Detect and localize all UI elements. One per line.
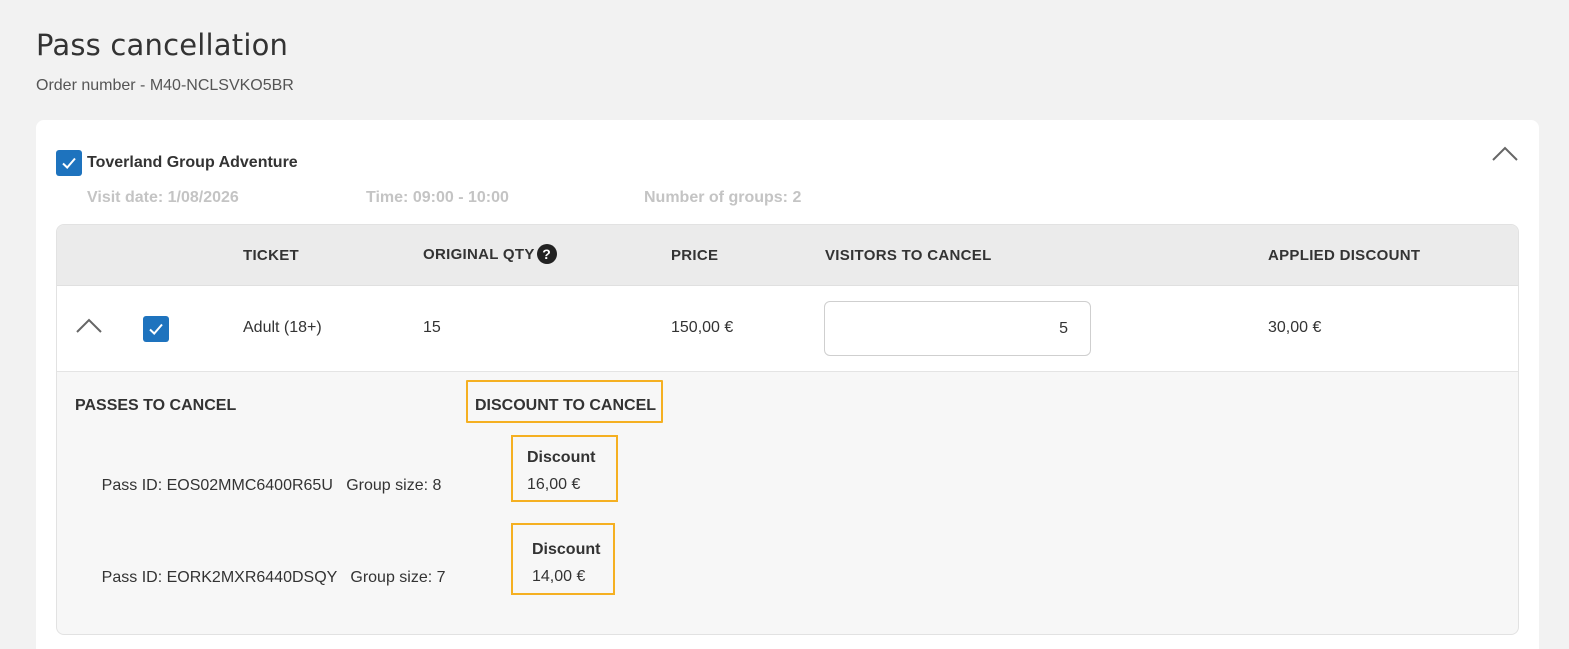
visit-date: Visit date: 1/08/2026: [87, 189, 239, 206]
header-ticket: TICKET: [243, 247, 299, 264]
chevron-up-icon[interactable]: [75, 316, 103, 336]
header-original-qty-label: ORIGINAL QTY: [423, 245, 535, 263]
discount-label: Discount: [532, 541, 601, 558]
product-name: Toverland Group Adventure: [87, 154, 298, 171]
page-title: Pass cancellation: [36, 28, 289, 62]
order-number: Order number - M40-NCLSVKO5BR: [36, 77, 294, 94]
header-applied-discount: APPLIED DISCOUNT: [1268, 247, 1421, 264]
table-row: Adult (18+) 15 150,00 € 30,00 €: [57, 286, 1518, 372]
group-size: Group size: 7: [350, 569, 446, 586]
row-checkbox[interactable]: [143, 316, 169, 342]
pass-id: Pass ID: EORK2MXR6440DSQY: [101, 569, 338, 586]
header-original-qty: ORIGINAL QTY ?: [423, 244, 557, 264]
checkmark-icon: [149, 323, 163, 335]
table-header: TICKET ORIGINAL QTY ? PRICE VISITORS TO …: [57, 225, 1518, 286]
applied-discount: 30,00 €: [1268, 319, 1322, 336]
product-checkbox[interactable]: [56, 150, 82, 176]
pass-item: Pass ID: EORK2MXR6440DSQY Group size: 7: [75, 551, 446, 605]
discount-value: 16,00 €: [527, 476, 581, 493]
chevron-up-icon[interactable]: [1491, 144, 1519, 164]
discount-label: Discount: [527, 449, 596, 466]
ticket-name: Adult (18+): [243, 319, 322, 336]
discount-value: 14,00 €: [532, 568, 586, 585]
tickets-table: TICKET ORIGINAL QTY ? PRICE VISITORS TO …: [56, 224, 1519, 635]
pass-id: Pass ID: EOS02MMC6400R65U: [101, 477, 333, 494]
discount-to-cancel-heading: DISCOUNT TO CANCEL: [475, 397, 657, 414]
help-icon[interactable]: ?: [536, 244, 557, 264]
pass-item: Pass ID: EOS02MMC6400R65U Group size: 8: [75, 459, 442, 513]
group-size: Group size: 8: [346, 477, 442, 494]
original-qty: 15: [423, 319, 441, 336]
checkmark-icon: [62, 157, 76, 169]
product-card: Toverland Group Adventure Visit date: 1/…: [36, 120, 1539, 649]
header-price: PRICE: [671, 247, 719, 264]
passes-to-cancel-heading: PASSES TO CANCEL: [75, 397, 237, 414]
discount-box: Discount 16,00 €: [511, 435, 618, 502]
discount-box: Discount 14,00 €: [511, 523, 615, 595]
visitors-to-cancel-input[interactable]: [824, 301, 1091, 356]
visit-time: Time: 09:00 - 10:00: [366, 189, 509, 206]
number-of-groups: Number of groups: 2: [644, 189, 802, 206]
header-visitors-to-cancel: VISITORS TO CANCEL: [825, 247, 992, 264]
ticket-price: 150,00 €: [671, 319, 734, 336]
